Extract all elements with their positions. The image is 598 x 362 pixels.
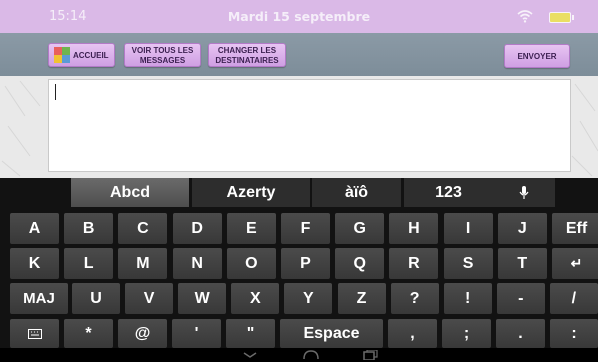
key-row1-7[interactable]: H	[389, 213, 439, 244]
layout-tab-2[interactable]: àïô	[312, 178, 401, 207]
key-row2-2[interactable]: M	[118, 248, 168, 279]
key-row2-1[interactable]: L	[64, 248, 114, 279]
key-row2-8[interactable]: S	[443, 248, 493, 279]
key-row3-8[interactable]: !	[443, 283, 492, 314]
key-row4-2[interactable]: '	[172, 319, 221, 348]
status-date: Mardi 15 septembre	[227, 9, 371, 24]
puzzle-logo-icon	[54, 47, 70, 63]
key-row4-1[interactable]: @	[118, 319, 167, 348]
key-row3-3[interactable]: W	[178, 283, 227, 314]
key-row1-10[interactable]: Eff	[552, 213, 598, 244]
key-row1-4[interactable]: E	[226, 213, 276, 244]
key-row3-4[interactable]: X	[231, 283, 280, 314]
home-button[interactable]: ACCUEIL	[48, 43, 115, 67]
message-area	[0, 76, 598, 178]
key-row1-0[interactable]: A	[10, 213, 59, 244]
key-row4-7[interactable]: .	[496, 319, 545, 348]
layout-tab-1[interactable]: Azerty	[192, 178, 310, 207]
navigation-bar	[0, 348, 598, 362]
key-row1-3[interactable]: D	[172, 213, 222, 244]
key-row1-6[interactable]: G	[335, 213, 385, 244]
key-row2-9[interactable]: T	[497, 248, 547, 279]
change-recipients-button[interactable]: CHANGER LES DESTINATAIRES	[208, 43, 286, 67]
view-all-messages-label: VOIR TOUS LES MESSAGES	[131, 46, 194, 65]
keyboard-icon	[27, 329, 42, 340]
key-row3-6[interactable]: Z	[337, 283, 386, 314]
screen: 15:14 Mardi 15 septembre ACCUEIL VOIR TO…	[0, 0, 598, 362]
key-row2-10[interactable]: ↵	[552, 248, 598, 279]
key-row2-0[interactable]: K	[10, 248, 59, 279]
microphone-key[interactable]	[493, 178, 555, 207]
key-row2-5[interactable]: P	[281, 248, 330, 279]
key-row1-9[interactable]: J	[497, 213, 547, 244]
on-screen-keyboard: Abcd Azerty àïô 123 A B C D E F G H I J Eff K L M N O P Q R S T…	[0, 178, 598, 362]
microphone-icon	[519, 186, 529, 199]
key-row1-2[interactable]: C	[118, 213, 168, 244]
key-row1-1[interactable]: B	[64, 213, 114, 244]
key-row4-3[interactable]: "	[226, 319, 275, 348]
key-row4-5[interactable]: ,	[388, 319, 437, 348]
change-recipients-label: CHANGER LES DESTINATAIRES	[215, 46, 279, 65]
key-row3-2[interactable]: V	[125, 283, 174, 314]
key-row3-7[interactable]: ?	[390, 283, 439, 314]
send-button-label: ENVOYER	[517, 52, 557, 61]
text-caret	[55, 84, 56, 100]
status-bar: 15:14 Mardi 15 septembre	[0, 0, 598, 33]
layout-tab-0[interactable]: Abcd	[71, 178, 189, 207]
toolbar: ACCUEIL VOIR TOUS LES MESSAGES CHANGER L…	[0, 33, 598, 76]
home-button-label: ACCUEIL	[73, 51, 109, 60]
layout-tab-3[interactable]: 123	[404, 178, 493, 207]
key-row2-6[interactable]: Q	[335, 248, 385, 279]
keyboard-toggle-key[interactable]	[10, 319, 59, 348]
space-key[interactable]: Espace	[280, 319, 383, 348]
key-row4-0[interactable]: *	[64, 319, 113, 348]
key-row2-3[interactable]: N	[172, 248, 222, 279]
key-row2-4[interactable]: O	[226, 248, 276, 279]
key-row1-8[interactable]: I	[443, 213, 493, 244]
home-icon[interactable]	[302, 349, 320, 361]
key-row4-8[interactable]: :	[550, 319, 598, 348]
key-row3-1[interactable]: U	[72, 283, 120, 314]
wifi-icon	[517, 10, 533, 23]
key-row3-9[interactable]: -	[496, 283, 545, 314]
message-input[interactable]	[48, 79, 571, 172]
battery-icon	[549, 12, 574, 23]
key-row1-5[interactable]: F	[281, 213, 330, 244]
recent-apps-icon[interactable]	[362, 350, 378, 360]
key-row4-6[interactable]: ;	[442, 319, 491, 348]
view-all-messages-button[interactable]: VOIR TOUS LES MESSAGES	[124, 43, 201, 67]
chevron-down-icon[interactable]	[242, 351, 258, 359]
key-row3-10[interactable]: /	[549, 283, 598, 314]
shift-key[interactable]: MAJ	[10, 283, 68, 314]
key-row2-7[interactable]: R	[389, 248, 439, 279]
send-button[interactable]: ENVOYER	[504, 44, 570, 68]
key-row3-5[interactable]: Y	[284, 283, 333, 314]
